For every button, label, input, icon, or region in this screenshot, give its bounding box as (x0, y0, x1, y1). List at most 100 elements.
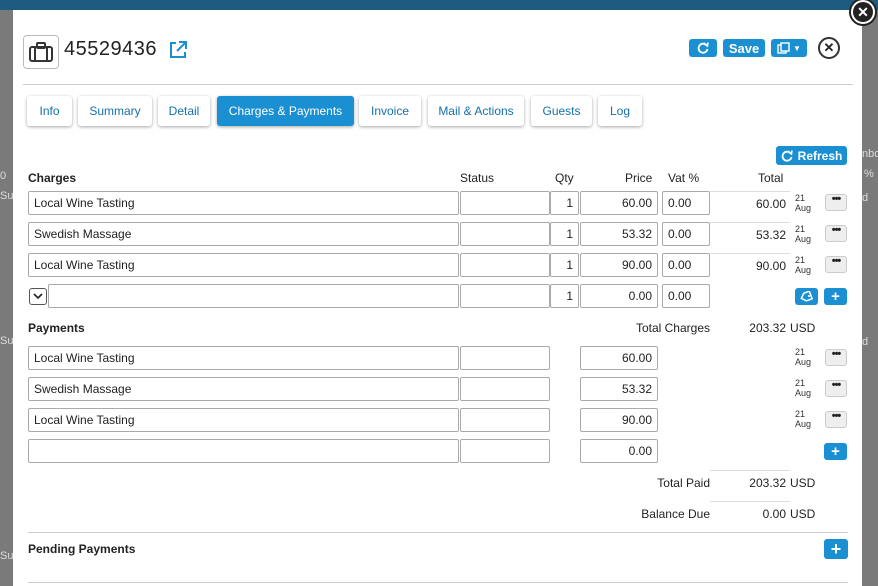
refresh-icon (697, 42, 709, 54)
charge-type-select[interactable] (29, 288, 47, 305)
tab-summary[interactable]: Summary (78, 96, 152, 126)
new-charge-description-input[interactable] (48, 284, 459, 308)
payment-date: 21 Aug (795, 378, 811, 398)
payments-title: Payments (28, 321, 85, 335)
reservation-modal: 45529436 Save ▼ ✕ Info Summary Detail Ch… (13, 10, 862, 586)
charge-more-button[interactable]: ••• (825, 225, 847, 242)
charge-qty-input[interactable]: 1 (550, 191, 579, 215)
chevron-down-icon: ▼ (793, 43, 801, 53)
tag-icon (800, 291, 813, 302)
payment-date: 21 Aug (795, 409, 811, 429)
tab-detail[interactable]: Detail (158, 96, 210, 126)
payment-amount-input[interactable]: 90.00 (580, 408, 658, 432)
payment-amount-input[interactable]: 53.32 (580, 377, 658, 401)
add-pending-payment-button[interactable]: + (824, 539, 848, 559)
tab-mail-actions[interactable]: Mail & Actions (428, 96, 524, 126)
charge-description-input[interactable]: Swedish Massage (28, 222, 459, 246)
payment-method-input[interactable] (460, 408, 550, 432)
payment-description-input[interactable]: Local Wine Tasting (28, 346, 459, 370)
column-qty: Qty (555, 171, 574, 185)
external-link-icon[interactable] (168, 40, 188, 60)
payment-amount-input[interactable]: 60.00 (580, 346, 658, 370)
total-paid-value: 203.32 (749, 476, 786, 490)
add-charge-button[interactable]: + (824, 288, 847, 305)
payment-more-button[interactable]: ••• (825, 380, 847, 397)
close-circle-button[interactable]: ✕ (818, 37, 840, 59)
section-divider (28, 532, 848, 533)
charge-price-input[interactable]: 90.00 (580, 253, 658, 277)
charge-vat-input[interactable]: 0.00 (662, 253, 710, 277)
charge-price-input[interactable]: 53.32 (580, 222, 658, 246)
chevron-down-icon (33, 293, 43, 300)
add-payment-button[interactable]: + (824, 443, 847, 460)
payment-description-input[interactable]: Swedish Massage (28, 377, 459, 401)
section-divider (28, 582, 848, 583)
charge-more-button[interactable]: ••• (825, 256, 847, 273)
copy-dropdown-button[interactable]: ▼ (771, 39, 807, 57)
payment-date-day: 21 (795, 378, 806, 388)
payment-more-button[interactable]: ••• (825, 411, 847, 428)
charge-status-input[interactable] (460, 191, 550, 215)
new-charge-qty-input[interactable]: 1 (550, 284, 579, 308)
column-price: Price (625, 171, 653, 185)
charge-more-button[interactable]: ••• (825, 194, 847, 211)
payment-date-month: Aug (795, 357, 812, 367)
payment-description-input[interactable]: Local Wine Tasting (28, 408, 459, 432)
charge-date: 21 Aug (795, 224, 811, 244)
header-divider (23, 84, 853, 85)
new-payment-method-input[interactable] (460, 439, 550, 463)
new-charge-vat-input[interactable]: 0.00 (662, 284, 710, 308)
charge-price-input[interactable]: 60.00 (580, 191, 658, 215)
charge-qty-input[interactable]: 1 (550, 222, 579, 246)
total-divider (710, 222, 790, 223)
copy-icon (777, 42, 790, 54)
charge-status-input[interactable] (460, 222, 550, 246)
tab-guests[interactable]: Guests (531, 96, 592, 126)
payment-method-input[interactable] (460, 377, 550, 401)
background-right-panel: nbo % d d (862, 10, 878, 586)
balance-due-label: Balance Due (641, 507, 710, 521)
reservation-number: 45529436 (64, 38, 157, 60)
background-left-panel: 0 Sur Sur Sur (0, 10, 17, 586)
save-button[interactable]: Save (723, 39, 765, 57)
bg-fragment: d (862, 192, 869, 204)
charge-status-input[interactable] (460, 253, 550, 277)
header-refresh-button[interactable] (689, 39, 717, 57)
tab-charges-payments[interactable]: Charges & Payments (217, 96, 354, 126)
payment-method-input[interactable] (460, 346, 550, 370)
payment-date-month: Aug (795, 419, 812, 429)
total-paid-currency: USD (790, 476, 816, 490)
new-payment-amount-input[interactable]: 0.00 (580, 439, 658, 463)
total-paid-label: Total Paid (657, 476, 710, 490)
refresh-icon (781, 149, 793, 162)
apply-discount-button[interactable] (795, 288, 818, 305)
column-vat: Vat % (668, 171, 700, 185)
charge-description-input[interactable]: Local Wine Tasting (28, 191, 459, 215)
column-status: Status (460, 171, 495, 185)
charge-description-input[interactable]: Local Wine Tasting (28, 253, 459, 277)
charge-qty-input[interactable]: 1 (550, 253, 579, 277)
refresh-button[interactable]: Refresh (776, 146, 847, 165)
bg-fragment: nbo (862, 148, 878, 160)
new-charge-status-input[interactable] (460, 284, 550, 308)
column-total: Total (758, 171, 784, 185)
payment-more-button[interactable]: ••• (825, 349, 847, 366)
bg-fragment: 0 (0, 170, 7, 182)
charge-vat-input[interactable]: 0.00 (662, 222, 710, 246)
refresh-label: Refresh (797, 148, 843, 163)
total-charges-label: Total Charges (635, 321, 710, 335)
charge-total: 53.32 (755, 228, 786, 242)
total-charges-value: 203.32 (749, 321, 786, 335)
tab-log[interactable]: Log (598, 96, 642, 126)
bg-fragment: % (864, 168, 874, 180)
new-payment-description-input[interactable] (28, 439, 459, 463)
charge-total: 60.00 (755, 197, 786, 211)
tab-info[interactable]: Info (27, 96, 72, 126)
charge-date-day: 21 (795, 193, 806, 203)
new-charge-price-input[interactable]: 0.00 (580, 284, 658, 308)
tab-invoice[interactable]: Invoice (359, 96, 421, 126)
background-app-bar (0, 0, 878, 10)
charge-date: 21 Aug (795, 255, 811, 275)
payment-date: 21 Aug (795, 347, 811, 367)
charge-vat-input[interactable]: 0.00 (662, 191, 710, 215)
